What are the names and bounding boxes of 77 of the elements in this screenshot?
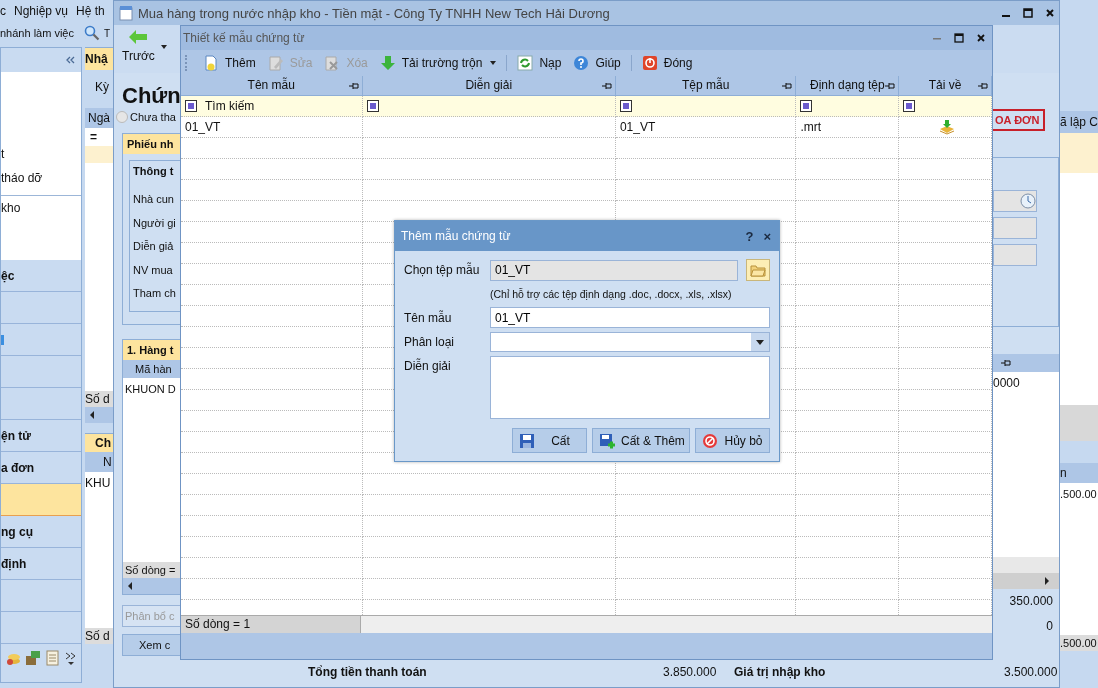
search-field[interactable]: Tìm kiếm — [205, 97, 255, 115]
row-count: Số dòng = — [123, 562, 180, 578]
close-button[interactable]: Đóng — [636, 52, 698, 74]
table-cell: .500.00 — [1060, 483, 1098, 505]
nav-group[interactable]: ện tử — [1, 420, 81, 452]
voucher-heading: Chứn — [122, 83, 180, 109]
file-field[interactable]: 01_VT — [490, 259, 738, 281]
name-field[interactable]: 01_VT — [490, 307, 770, 328]
field-label: Tham ch — [133, 286, 176, 301]
nav-group[interactable]: định — [1, 548, 81, 580]
table-cell: 0000 — [993, 372, 1059, 394]
filter-cell[interactable]: = — [85, 128, 113, 146]
view-button[interactable]: Xem c — [122, 634, 180, 656]
total-label: Giá trị nhập kho — [734, 665, 826, 679]
branch-label[interactable]: nhánh làm việc — [0, 27, 80, 39]
column-header[interactable]: Định dạng tệp — [796, 76, 900, 95]
amount-value: 350.000 — [1009, 593, 1054, 610]
total-label: Tổng tiền thanh toán — [308, 665, 427, 679]
table-cell: 01_VT — [181, 117, 363, 138]
period-label: Kỳ — [95, 80, 110, 96]
column-header[interactable]: N — [85, 452, 113, 472]
total-value: 3.850.000 — [663, 665, 717, 679]
field-label: Nhà cun — [133, 192, 174, 207]
sidebar-item[interactable]: kho — [1, 196, 81, 220]
save-add-button[interactable]: Cất & Thêm — [592, 428, 690, 453]
column-header[interactable]: Diễn giải — [362, 76, 616, 95]
table-cell: .mrt — [796, 117, 900, 138]
sidebar-item[interactable]: tháo dỡ — [1, 166, 81, 190]
menu-item[interactable]: Nghiệp vụ — [14, 4, 69, 18]
close-button[interactable]: × — [761, 228, 773, 244]
menu-item[interactable]: Hệ th — [76, 4, 105, 18]
merge-button[interactable]: Tải trường trộn — [374, 52, 502, 74]
toolbar-text[interactable]: T — [104, 27, 111, 39]
field-label: Diễn giả — [133, 239, 174, 254]
field-label: Phân loại — [404, 335, 456, 349]
column-header[interactable]: Ngà — [85, 108, 113, 128]
nav-group[interactable]: ng cụ — [1, 516, 81, 548]
table-cell: KHUON D — [123, 378, 180, 400]
group-title: Thông t — [133, 164, 174, 179]
column-header[interactable]: Tải về — [899, 76, 992, 95]
tab[interactable]: Ch — [85, 433, 113, 452]
window-title: Mua hàng trong nước nhập kho - Tiền mặt - Công Ty TNHH New Tech Hải Dương — [138, 5, 610, 21]
nav-group[interactable]: ệc — [1, 260, 81, 292]
reload-button[interactable]: Nạp — [512, 52, 567, 74]
radio-button[interactable]: Chưa tha — [116, 111, 176, 123]
field-label: Người gi — [133, 215, 176, 231]
field-label: Diễn giải — [404, 359, 452, 373]
column-header[interactable]: Tệp mẫu — [615, 76, 797, 95]
hint-text: (Chỉ hỗ trợ các tệp định dạng .doc, .docx, .xls, .xlsx) — [489, 288, 733, 300]
sidebar-item[interactable]: t — [1, 142, 81, 166]
amount-value: 0 — [1046, 618, 1054, 635]
menu-item[interactable]: c — [0, 4, 6, 18]
field-label: Tên mẫu — [404, 310, 453, 325]
table-cell: .500.00 — [1060, 635, 1098, 651]
tab[interactable]: 1. Hàng t — [123, 340, 180, 360]
help-button[interactable]: ? — [743, 228, 756, 244]
help-button[interactable]: Giúp — [568, 52, 626, 74]
total-value: 3.500.000 — [1004, 665, 1058, 679]
row-count: Số d — [85, 628, 113, 644]
window-title: Thiết kế mẫu chứng từ — [183, 31, 305, 45]
row-count: Số dòng = 1 — [181, 616, 361, 633]
back-button[interactable]: Trước — [114, 25, 161, 63]
tab[interactable]: Phiếu nh — [123, 134, 180, 154]
field-label: Chọn tệp mẫu — [404, 263, 481, 277]
dialog-title: Thêm mẫu chứng từ — [401, 229, 511, 243]
field-label: NV mua — [133, 262, 173, 278]
save-button[interactable]: Cất — [512, 428, 587, 453]
table-cell: 01_VT — [615, 117, 797, 138]
add-button[interactable]: Thêm — [198, 52, 261, 74]
table-cell: KHU — [85, 472, 113, 494]
column-header[interactable]: Tên mẫu — [181, 76, 363, 95]
column-header[interactable]: Mã hàn — [123, 360, 180, 378]
column-header[interactable]: n — [1060, 463, 1098, 483]
row-count: Số d — [85, 391, 113, 407]
column-header[interactable]: ã lập C — [1060, 111, 1098, 133]
tab[interactable]: Nhậ — [85, 47, 113, 70]
cancel-button[interactable]: Hủy bỏ — [695, 428, 770, 453]
